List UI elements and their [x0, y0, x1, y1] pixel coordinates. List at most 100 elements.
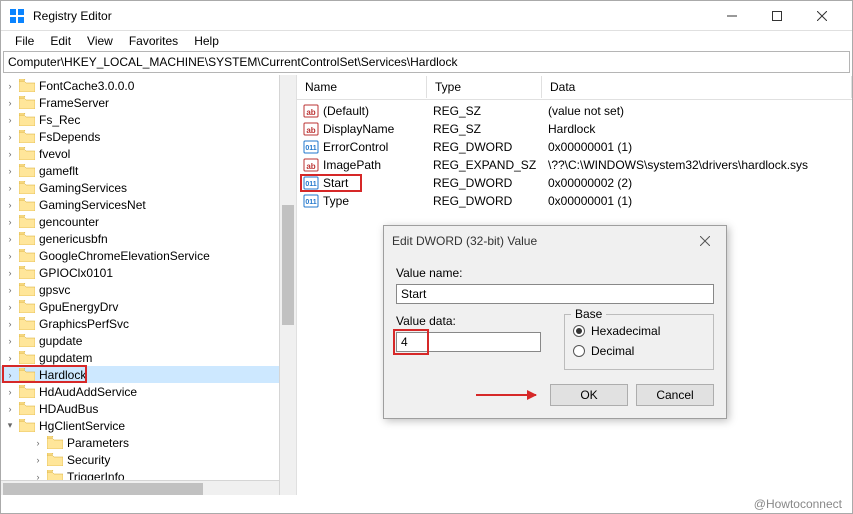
chevron-right-icon[interactable]: › [3, 198, 17, 212]
menu-view[interactable]: View [79, 32, 121, 50]
tree-item[interactable]: ›fvevol [1, 145, 296, 162]
tree-scrollbar-thumb[interactable] [282, 205, 294, 325]
value-data: 0x00000002 (2) [548, 176, 632, 190]
folder-icon [19, 249, 35, 262]
folder-icon [19, 198, 35, 211]
tree-item[interactable]: › gupdate [1, 332, 296, 349]
dialog-close-button[interactable] [692, 231, 718, 251]
chevron-right-icon[interactable]: › [31, 453, 45, 467]
tree-label: gameflt [39, 164, 78, 178]
value-name: ErrorControl [323, 140, 433, 154]
folder-icon [19, 232, 35, 245]
tree-label: GamingServicesNet [39, 198, 146, 212]
folder-icon [47, 453, 63, 466]
chevron-right-icon[interactable]: › [3, 283, 17, 297]
chevron-right-icon[interactable]: › [3, 351, 17, 365]
tree-scrollbar-vertical[interactable] [279, 75, 296, 497]
chevron-right-icon[interactable]: › [3, 130, 17, 144]
list-row[interactable]: abImagePathREG_EXPAND_SZ\??\C:\WINDOWS\s… [297, 156, 852, 174]
tree-item[interactable]: › HDAudBus [1, 400, 296, 417]
maximize-button[interactable] [754, 1, 799, 31]
tree-item[interactable]: ▾HgClientService [1, 417, 296, 434]
chevron-right-icon[interactable]: › [3, 113, 17, 127]
chevron-right-icon[interactable]: › [3, 79, 17, 93]
tree-item[interactable]: › FontCache3.0.0.0 [1, 77, 296, 94]
tree-item[interactable]: › GamingServicesNet [1, 196, 296, 213]
tree-label: Security [67, 453, 110, 467]
value-type: REG_DWORD [433, 194, 548, 208]
menu-help[interactable]: Help [186, 32, 227, 50]
tree-panel[interactable]: ›FontCache3.0.0.0›FrameServer›Fs_Rec›FsD… [1, 75, 297, 497]
list-row[interactable]: ab(Default)REG_SZ(value not set) [297, 102, 852, 120]
value-data-input[interactable] [396, 332, 541, 352]
folder-icon [19, 283, 35, 296]
tree-label: FontCache3.0.0.0 [39, 79, 134, 93]
menu-file[interactable]: File [7, 32, 42, 50]
svg-text:011: 011 [305, 199, 316, 206]
list-row[interactable]: abDisplayNameREG_SZHardlock [297, 120, 852, 138]
tree-item[interactable]: ›HdAudAddService [1, 383, 296, 400]
tree-item[interactable]: › FrameServer [1, 94, 296, 111]
radio-hex-label: Hexadecimal [591, 324, 660, 338]
chevron-right-icon[interactable]: › [3, 249, 17, 263]
list-row[interactable]: 011TypeREG_DWORD0x00000001 (1) [297, 192, 852, 210]
radio-decimal[interactable]: Decimal [573, 341, 705, 361]
tree-item[interactable]: ›gencounter [1, 213, 296, 230]
tree-item[interactable]: ›GoogleChromeElevationService [1, 247, 296, 264]
tree-subitem[interactable]: › Security [1, 451, 296, 468]
value-name-input[interactable] [396, 284, 714, 304]
minimize-button[interactable] [709, 1, 754, 31]
tree-item[interactable]: ›Fs_Rec [1, 111, 296, 128]
chevron-right-icon[interactable]: › [3, 232, 17, 246]
tree-item[interactable]: ›GPIOClx0101 [1, 264, 296, 281]
chevron-down-icon[interactable]: ▾ [3, 419, 17, 433]
chevron-right-icon[interactable]: › [3, 300, 17, 314]
tree-label: FrameServer [39, 96, 109, 110]
svg-text:ab: ab [306, 108, 315, 117]
ok-button[interactable]: OK [550, 384, 628, 406]
tree-item[interactable]: ›GraphicsPerfSvc [1, 315, 296, 332]
folder-icon [19, 79, 35, 92]
chevron-right-icon[interactable]: › [3, 181, 17, 195]
tree-item[interactable]: › gpsvc [1, 281, 296, 298]
column-header-type[interactable]: Type [427, 76, 542, 98]
list-row[interactable]: 011StartREG_DWORD0x00000002 (2) [297, 174, 852, 192]
tree-item[interactable]: › gameflt [1, 162, 296, 179]
chevron-right-icon[interactable]: › [3, 164, 17, 178]
chevron-right-icon[interactable]: › [3, 147, 17, 161]
tree-item[interactable]: ›Hardlock [1, 366, 296, 383]
close-button[interactable] [799, 1, 844, 31]
address-bar[interactable]: Computer\HKEY_LOCAL_MACHINE\SYSTEM\Curre… [3, 51, 850, 73]
tree-item[interactable]: ›GpuEnergyDrv [1, 298, 296, 315]
dialog-titlebar[interactable]: Edit DWORD (32-bit) Value [384, 226, 726, 256]
menu-edit[interactable]: Edit [42, 32, 79, 50]
tree-label: FsDepends [39, 130, 100, 144]
tree-item[interactable]: › FsDepends [1, 128, 296, 145]
chevron-right-icon[interactable]: › [31, 436, 45, 450]
tree-label: gupdate [39, 334, 82, 348]
list-row[interactable]: 011ErrorControlREG_DWORD0x00000001 (1) [297, 138, 852, 156]
tree-item[interactable]: ›gupdatem [1, 349, 296, 366]
menu-favorites[interactable]: Favorites [121, 32, 186, 50]
chevron-right-icon[interactable]: › [3, 334, 17, 348]
tree-subitem[interactable]: ›Parameters [1, 434, 296, 451]
column-header-name[interactable]: Name [297, 76, 427, 98]
tree-item[interactable]: ›genericusbfn [1, 230, 296, 247]
tree-label: gpsvc [39, 283, 70, 297]
tree-label: HDAudBus [39, 402, 98, 416]
chevron-right-icon[interactable]: › [3, 317, 17, 331]
chevron-right-icon[interactable]: › [3, 215, 17, 229]
tree-item[interactable]: ›GamingServices [1, 179, 296, 196]
dialog-body: Value name: Value data: Base Hexadecimal… [384, 256, 726, 418]
radio-hexadecimal[interactable]: Hexadecimal [573, 321, 705, 341]
tree-scrollbar-thumb-h[interactable] [3, 483, 203, 495]
column-header-data[interactable]: Data [542, 76, 852, 98]
menubar: File Edit View Favorites Help [1, 31, 852, 51]
chevron-right-icon[interactable]: › [3, 96, 17, 110]
cancel-button[interactable]: Cancel [636, 384, 714, 406]
folder-icon [19, 147, 35, 160]
chevron-right-icon[interactable]: › [3, 402, 17, 416]
chevron-right-icon[interactable]: › [3, 385, 17, 399]
chevron-right-icon[interactable]: › [3, 266, 17, 280]
chevron-right-icon[interactable]: › [3, 368, 17, 382]
